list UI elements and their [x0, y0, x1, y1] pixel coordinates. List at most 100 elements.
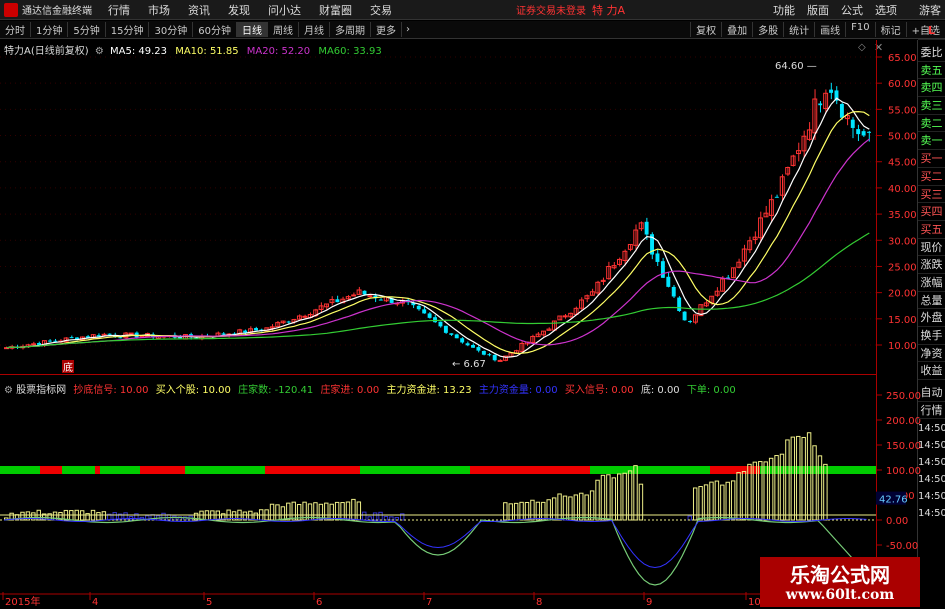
side-panel-top: L	[918, 22, 945, 40]
indicator-bar	[324, 502, 329, 521]
indicator-bar	[589, 490, 595, 521]
side-time-label: 14:50	[918, 440, 945, 451]
y-tick-label: 60.00	[888, 79, 917, 90]
side-l-tag[interactable]: L	[918, 22, 945, 40]
y-tick-label: 65.00	[888, 53, 917, 64]
value-badge-text: 42.76	[879, 495, 908, 506]
x-tick-label: 2015年	[5, 595, 40, 608]
indicator-bar	[503, 502, 508, 521]
x-tick-label: 8	[536, 597, 542, 608]
side-item[interactable]: 买五	[918, 221, 945, 239]
side-item[interactable]: 卖四	[918, 79, 945, 98]
ma10-line	[6, 110, 870, 355]
candle-body	[362, 290, 367, 295]
indicator-bar	[790, 436, 796, 521]
side-item[interactable]: 换手	[918, 327, 945, 345]
indicator-bar	[275, 504, 280, 521]
candle-body	[666, 276, 671, 287]
indicator-bar	[622, 472, 627, 521]
signal-band-segment	[265, 466, 360, 474]
indicator-bar	[785, 439, 790, 521]
candle-body	[438, 321, 443, 327]
candle-body	[367, 295, 373, 298]
candle-body	[487, 354, 492, 356]
side-item[interactable]: 买三	[918, 186, 945, 204]
candle-body	[655, 253, 660, 262]
indicator-bar	[730, 480, 736, 521]
indicator-bar	[383, 515, 389, 521]
indicator-bar	[606, 474, 611, 521]
indicator-bar	[372, 512, 378, 521]
candle-body	[856, 129, 861, 135]
indicator-bar	[345, 501, 351, 521]
signal-band-segment	[360, 466, 470, 474]
chart-svg[interactable]: 65.0060.0055.0050.0045.0040.0035.0030.00…	[0, 0, 945, 609]
signal-band-segment	[40, 466, 62, 474]
side-item[interactable]: 卖五	[918, 62, 945, 80]
side-auto[interactable]: 自动	[918, 384, 945, 402]
side-item[interactable]: 卖二	[918, 115, 945, 133]
candle-body	[818, 103, 823, 106]
indicator-bar	[687, 515, 692, 521]
candle-body	[302, 315, 308, 318]
indicator-bar	[779, 453, 785, 521]
indicator-bar	[796, 435, 801, 521]
candle-body	[861, 131, 866, 136]
candle-body	[497, 359, 503, 362]
side-item[interactable]: 委比	[918, 44, 945, 62]
side-quotes[interactable]: 行情	[918, 402, 945, 420]
indicator-bar	[617, 473, 622, 521]
candle-body	[47, 340, 52, 342]
signal-band-segment	[185, 466, 265, 474]
x-tick-label: 6	[316, 597, 322, 608]
side-panel-bottom: 自动 行情	[918, 384, 945, 420]
signal-band-segment	[0, 466, 40, 474]
side-item[interactable]: 涨幅	[918, 274, 945, 292]
indicator-bar	[812, 445, 817, 521]
signal-band-segment	[95, 466, 100, 474]
side-item[interactable]: 总量	[918, 292, 945, 310]
candle-body	[69, 337, 74, 339]
candle-body	[671, 286, 676, 297]
indicator-bar	[334, 501, 340, 521]
y-tick-label: -50.00	[886, 541, 918, 552]
side-item[interactable]: 涨跌	[918, 256, 945, 274]
side-item[interactable]: 净资	[918, 345, 945, 363]
candle-body	[31, 343, 37, 346]
candle-body	[839, 103, 844, 118]
ind-side-times: 14:50 14:50 14:50 14:50 14:50 14:50	[918, 420, 945, 522]
indicator-bar	[96, 512, 101, 521]
watermark-line1: 乐淘公式网	[790, 563, 890, 587]
candle-body	[427, 313, 432, 318]
candle-body	[449, 333, 454, 335]
indicator-bar	[595, 479, 600, 521]
side-item[interactable]: 现价	[918, 239, 945, 257]
indicator-bar	[546, 499, 551, 521]
y-tick-label: 55.00	[888, 105, 917, 116]
side-item[interactable]: 收益	[918, 362, 945, 381]
indicator-bar	[253, 512, 258, 521]
indicator-bar	[736, 472, 741, 521]
indicator-bar	[329, 503, 334, 521]
x-tick-label: 10	[748, 597, 761, 608]
candle-body	[286, 321, 291, 323]
side-item[interactable]: 卖一	[918, 132, 945, 151]
indicator-bar	[356, 501, 362, 521]
watermark: 乐淘公式网 www.60lt.com	[760, 557, 920, 607]
candle-body	[481, 350, 486, 355]
side-item[interactable]: 外盘	[918, 309, 945, 327]
side-panel: 委比 卖五 卖四 卖三 卖二 卖一 买一 买二 买三 买四 买五 现价 涨跌 涨幅 总量 外盘 换手 净资 收益	[918, 44, 945, 381]
side-item[interactable]: 买二	[918, 168, 945, 186]
indicator-bar	[741, 471, 747, 521]
side-item[interactable]: 卖三	[918, 97, 945, 115]
side-item[interactable]: 买四	[918, 203, 945, 221]
candle-body	[128, 332, 134, 335]
candle-body	[660, 261, 665, 278]
indicator-green-line	[3, 516, 868, 586]
candle-body	[562, 315, 568, 318]
indicator-bar	[378, 511, 383, 521]
indicator-blue-line	[3, 517, 867, 569]
y-tick-label: 150.00	[886, 441, 921, 452]
candle-body	[492, 354, 497, 361]
side-item[interactable]: 买一	[918, 150, 945, 168]
